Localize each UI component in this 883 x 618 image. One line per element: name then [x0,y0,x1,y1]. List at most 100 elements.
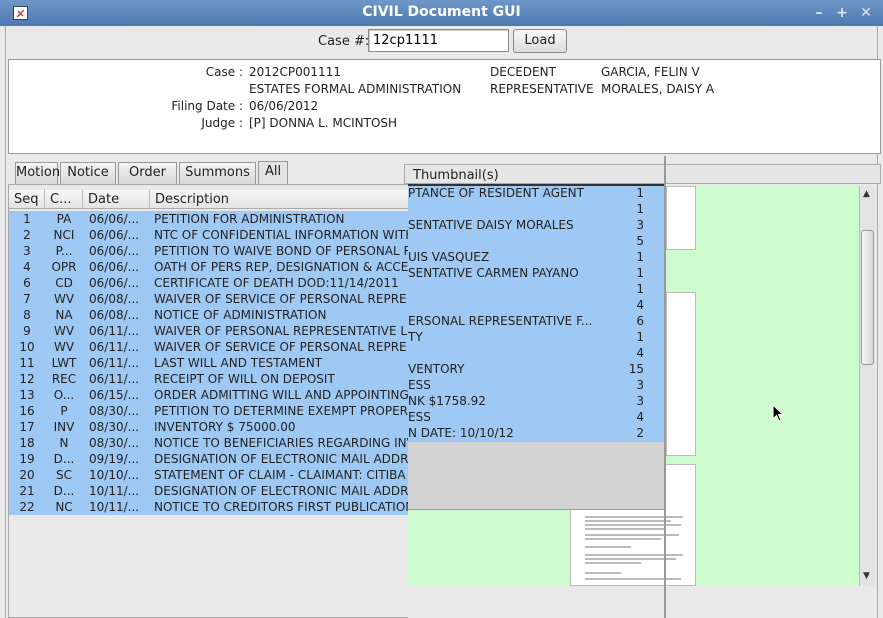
table-header: Seq C... Date Description [9,190,409,209]
mouse-cursor-icon [772,404,784,422]
table-row[interactable]: 22 NC 10/11/... NOTICE TO CREDITORS FIRST P… [9,499,409,515]
cell-code: N [59,436,69,450]
overlay-page-count: 3 [636,378,644,392]
overlay-page-count: 1 [636,186,644,200]
judge-label: Judge : [201,116,243,130]
minimize-icon[interactable]: – [811,5,827,21]
table-row[interactable]: 7 WV 06/08/... WAIVER OF SERVICE OF PERSONA… [9,291,409,307]
cell-code: WV [53,324,75,338]
table-row[interactable]: 10 WV 06/11/... WAIVER OF SERVICE OF PERSON… [9,339,409,355]
column-header-date[interactable]: Date [83,190,150,209]
case-number-input[interactable] [368,29,509,52]
table-row[interactable]: 17 INV 08/30/... INVENTORY $ 75000.00 [9,419,409,435]
table-row[interactable]: 21 D... 10/11/... DESIGNATION OF ELECTRONIC… [9,483,409,499]
cell-code: NCI [53,228,75,242]
tab-all[interactable]: All [258,161,288,184]
title-bar[interactable]: CIVIL Document GUI – + ✕ [0,0,883,26]
cell-date: 06/06/... [89,212,140,226]
table-row[interactable]: 9 WV 06/11/... WAIVER OF PERSONAL REPRESENT… [9,323,409,339]
overlay-row[interactable]: 5 [408,234,664,250]
tab-order[interactable]: Order [118,162,177,184]
overlay-row[interactable]: ESS 3 [408,378,664,394]
split-pane-divider[interactable] [664,156,666,618]
cell-description: NOTICE OF ADMINISTRATION [154,308,327,322]
document-list-overlay[interactable]: PTANCE OF RESIDENT AGENT 1 1 SENTATIVE DAIS… [408,186,665,510]
cell-date: 10/10/... [89,468,140,482]
overlay-page-count: 1 [636,202,644,216]
filing-date-label: Filing Date : [171,99,243,113]
tab-notice[interactable]: Notice [60,162,116,184]
load-button[interactable]: Load [513,29,567,53]
tab-summons[interactable]: Summons [179,162,256,184]
table-row[interactable]: 2 NCI 06/06/... NTC OF CONFIDENTIAL INFORMA… [9,227,409,243]
table-row[interactable]: 12 REC 06/11/... RECEIPT OF WILL ON DEPOSIT [9,371,409,387]
cell-date: 09/19/... [89,452,140,466]
close-icon[interactable]: ✕ [858,5,874,21]
cell-date: 06/11/... [89,372,140,386]
table-row[interactable]: 3 P... 06/06/... PETITION TO WAIVE BOND OF … [9,243,409,259]
overlay-row[interactable]: SENTATIVE DAISY MORALES 3 [408,218,664,234]
column-header-description[interactable]: Description [150,190,409,209]
table-row[interactable]: 18 N 08/30/... NOTICE TO BENEFICIARIES REGA… [9,435,409,451]
overlay-row[interactable]: 4 [408,298,664,314]
scroll-up-icon[interactable]: ▲ [863,189,870,199]
column-header-seq[interactable]: Seq [9,190,45,209]
overlay-row[interactable]: NK $1758.92 3 [408,394,664,410]
overlay-page-count: 4 [636,410,644,424]
overlay-page-count: 4 [636,346,644,360]
overlay-row[interactable]: VENTORY 15 [408,362,664,378]
representative-value: MORALES, DAISY A [601,82,715,96]
table-row[interactable]: 20 SC 10/10/... STATEMENT OF CLAIM - CLAIMA… [9,467,409,483]
overlay-page-count: 2 [636,426,644,440]
scroll-down-icon[interactable]: ▼ [863,571,870,581]
representative-label: REPRESENTATIVE [490,82,594,96]
thumbnail-page[interactable] [666,186,696,250]
overlay-row[interactable]: ERSONAL REPRESENTATIVE F... 6 [408,314,664,330]
overlay-page-count: 1 [636,266,644,280]
table-row[interactable]: 8 NA 06/08/... NOTICE OF ADMINISTRATION [9,307,409,323]
overlay-row[interactable]: N DATE: 10/10/12 2 [408,426,664,442]
overlay-description: ESS [408,410,431,424]
tab-motion[interactable]: Motion [15,162,60,184]
table-row[interactable]: 4 OPR 06/06/... OATH OF PERS REP, DESIGNATI… [9,259,409,275]
overlay-description: N DATE: 10/10/12 [408,426,514,440]
documents-table: 1 PA 06/06/... PETITION FOR ADMINISTRATION 2… [9,211,409,515]
table-row[interactable]: 19 D... 09/19/... DESIGNATION OF ELECTRONIC… [9,451,409,467]
table-row[interactable]: 13 O... 06/15/... ORDER ADMITTING WILL AND … [9,387,409,403]
thumbnail-scrollbar[interactable]: ▲ ▼ [859,186,875,586]
table-row[interactable]: 11 LWT 06/11/... LAST WILL AND TESTAMENT [9,355,409,371]
overlay-row[interactable]: PTANCE OF RESIDENT AGENT 1 [408,186,664,202]
overlay-row[interactable]: 4 [408,346,664,362]
cell-seq: 7 [23,292,31,306]
cell-code: P [60,404,68,418]
cell-date: 06/11/... [89,324,140,338]
overlay-description: SENTATIVE CARMEN PAYANO [408,266,579,280]
scrollbar-thumb[interactable] [861,230,874,365]
overlay-row[interactable]: TY 1 [408,330,664,346]
column-header-code[interactable]: C... [45,190,83,209]
cell-code: D... [53,484,75,498]
cell-code: P... [55,244,73,258]
cell-code: SC [56,468,72,482]
cell-description: LAST WILL AND TESTAMENT [154,356,323,370]
overlay-row[interactable]: UIS VASQUEZ 1 [408,250,664,266]
table-row[interactable]: 16 P 08/30/... PETITION TO DETERMINE EXEMPT… [9,403,409,419]
cell-description: WAIVER OF SERVICE OF PERSONAL REPRE [154,340,407,354]
overlay-row[interactable]: ESS 4 [408,410,664,426]
cell-seq: 3 [23,244,31,258]
cell-date: 06/08/... [89,308,140,322]
cell-seq: 13 [19,388,35,402]
overlay-row[interactable]: SENTATIVE CARMEN PAYANO 1 [408,266,664,282]
table-row[interactable]: 6 CD 06/06/... CERTIFICATE OF DEATH DOD:11/… [9,275,409,291]
thumbnail-page[interactable] [666,292,696,456]
overlay-row[interactable]: 1 [408,282,664,298]
case-search-bar: Case #: Load [0,27,883,55]
decedent-label: DECEDENT [490,65,556,79]
overlay-description: PTANCE OF RESIDENT AGENT [408,186,584,200]
overlay-row[interactable]: 1 [408,202,664,218]
overlay-page-count: 1 [636,330,644,344]
table-row[interactable]: 1 PA 06/06/... PETITION FOR ADMINISTRATION [9,211,409,227]
maximize-icon[interactable]: + [834,5,850,21]
decedent-value: GARCIA, FELIN V [601,65,700,79]
cell-code: LWT [51,356,77,370]
